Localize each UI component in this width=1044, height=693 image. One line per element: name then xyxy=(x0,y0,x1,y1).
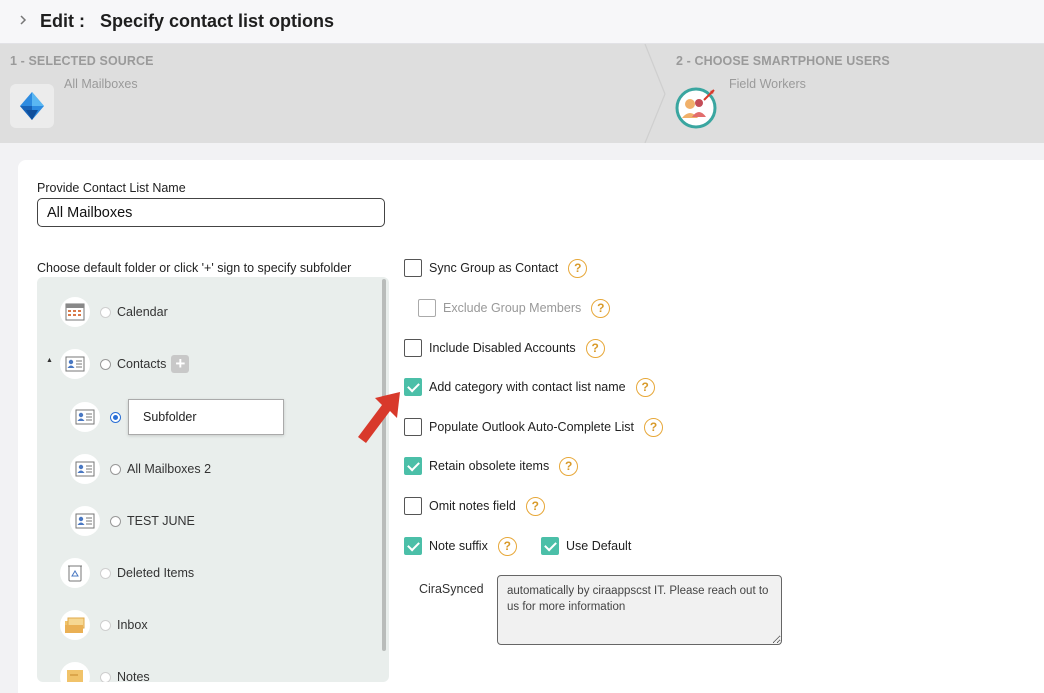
option-exclude-group-members[interactable]: Exclude Group Members ? xyxy=(418,298,611,318)
collapse-triangle-icon[interactable]: ▲ xyxy=(46,357,53,364)
help-icon[interactable]: ? xyxy=(591,298,611,318)
contact-list-name-label: Provide Contact List Name xyxy=(37,181,186,195)
contact-card-icon xyxy=(70,402,100,432)
option-retain-obsolete-items[interactable]: Retain obsolete items ? xyxy=(404,456,579,476)
help-icon[interactable]: ? xyxy=(643,417,663,437)
tree-item-label: Inbox xyxy=(117,618,148,632)
notes-icon xyxy=(60,662,90,682)
option-use-default[interactable]: Use Default xyxy=(541,536,631,556)
option-include-disabled-accounts[interactable]: Include Disabled Accounts ? xyxy=(404,338,605,358)
step-selected-source[interactable]: 1 - SELECTED SOURCE All Mailboxes xyxy=(0,44,646,143)
tree-item-subfolder[interactable] xyxy=(70,400,121,434)
option-label: Omit notes field xyxy=(429,499,516,513)
checkbox-checked[interactable] xyxy=(404,457,422,475)
tree-item-contacts[interactable]: Contacts + xyxy=(60,347,190,381)
contact-card-icon xyxy=(70,506,100,536)
tree-item-test-june[interactable]: TEST JUNE xyxy=(70,504,195,538)
option-label: Exclude Group Members xyxy=(443,301,582,315)
option-sync-group-as-contact[interactable]: Sync Group as Contact ? xyxy=(404,258,588,278)
option-note-suffix[interactable]: Note suffix ? xyxy=(404,536,517,556)
checkbox-checked[interactable] xyxy=(541,537,559,555)
checkbox[interactable] xyxy=(404,497,422,515)
red-arrow-icon xyxy=(358,392,400,443)
option-label: Add category with contact list name xyxy=(429,380,626,394)
trash-icon xyxy=(60,558,90,588)
folder-instructions: Choose default folder or click '+' sign … xyxy=(37,261,352,275)
contact-list-name-input[interactable] xyxy=(37,198,385,227)
tree-item-label: Contacts xyxy=(117,357,167,371)
option-add-category[interactable]: Add category with contact list name ? xyxy=(404,377,655,397)
note-suffix-textarea[interactable]: automatically by ciraappscst IT. Please … xyxy=(497,575,782,645)
checkbox[interactable] xyxy=(404,339,422,357)
tree-item-label: Notes xyxy=(117,670,150,682)
option-populate-autocomplete[interactable]: Populate Outlook Auto-Complete List ? xyxy=(404,417,663,437)
tree-item-label: Deleted Items xyxy=(117,566,195,580)
option-label: Populate Outlook Auto-Complete List xyxy=(429,420,634,434)
checkbox[interactable] xyxy=(404,259,422,277)
radio-button[interactable] xyxy=(110,463,121,475)
checkbox-checked[interactable] xyxy=(404,537,422,555)
help-icon[interactable]: ? xyxy=(568,258,588,278)
page-title: Edit : Specify contact list options xyxy=(40,11,335,31)
radio-button[interactable] xyxy=(100,306,111,318)
page-header: Edit : Specify contact list options xyxy=(0,0,1044,44)
tree-item-deleted-items[interactable]: Deleted Items xyxy=(60,556,194,590)
tree-item-label: All Mailboxes 2 xyxy=(127,462,212,476)
add-subfolder-button[interactable]: + xyxy=(171,355,190,373)
radio-button[interactable] xyxy=(100,671,111,682)
scrollbar[interactable] xyxy=(382,279,386,651)
radio-button-selected[interactable] xyxy=(110,411,121,423)
users-target-icon xyxy=(674,84,718,129)
azure-icon xyxy=(10,84,54,128)
option-label: Include Disabled Accounts xyxy=(429,341,576,355)
radio-button[interactable] xyxy=(100,567,111,579)
step-subtitle: All Mailboxes xyxy=(64,77,138,91)
help-icon[interactable]: ? xyxy=(585,338,605,358)
tree-item-label: TEST JUNE xyxy=(127,514,195,528)
checkbox-checked[interactable] xyxy=(404,378,422,396)
contact-card-icon xyxy=(60,349,90,379)
subfolder-name-input[interactable] xyxy=(128,399,284,435)
option-label: Retain obsolete items xyxy=(429,459,550,473)
radio-button[interactable] xyxy=(100,619,111,631)
step-title: 2 - CHOOSE SMARTPHONE USERS xyxy=(676,54,890,68)
tree-item-all-mailboxes-2[interactable]: All Mailboxes 2 xyxy=(70,452,211,486)
calendar-icon xyxy=(60,297,90,327)
tree-item-inbox[interactable]: Inbox xyxy=(60,608,148,642)
contact-card-icon xyxy=(70,454,100,484)
help-icon[interactable]: ? xyxy=(525,496,545,516)
checkbox[interactable] xyxy=(404,418,422,436)
help-icon[interactable]: ? xyxy=(559,456,579,476)
help-icon[interactable]: ? xyxy=(635,377,655,397)
option-label: Note suffix xyxy=(429,539,488,553)
radio-button[interactable] xyxy=(110,515,121,527)
tree-item-notes[interactable]: Notes xyxy=(60,660,150,682)
checkbox[interactable] xyxy=(418,299,436,317)
chevron-right-icon[interactable] xyxy=(18,13,30,30)
radio-button[interactable] xyxy=(100,358,111,370)
option-omit-notes-field[interactable]: Omit notes field ? xyxy=(404,496,545,516)
option-label: Use Default xyxy=(566,539,632,553)
inbox-icon xyxy=(60,610,90,640)
tree-item-label: Calendar xyxy=(117,305,168,319)
tree-item-calendar[interactable]: Calendar xyxy=(60,295,168,329)
step-title: 1 - SELECTED SOURCE xyxy=(10,54,154,68)
wizard-steps: 1 - SELECTED SOURCE All Mailboxes 2 - CH… xyxy=(0,44,1044,143)
note-suffix-label: CiraSynced xyxy=(419,582,484,596)
help-icon[interactable]: ? xyxy=(497,536,517,556)
folder-tree[interactable]: Calendar ▲ Contacts + All Mailboxes 2 TE… xyxy=(37,277,389,682)
step-subtitle: Field Workers xyxy=(729,77,806,91)
option-label: Sync Group as Contact xyxy=(429,261,559,275)
step-choose-users[interactable]: 2 - CHOOSE SMARTPHONE USERS Field Worker… xyxy=(666,44,1044,143)
